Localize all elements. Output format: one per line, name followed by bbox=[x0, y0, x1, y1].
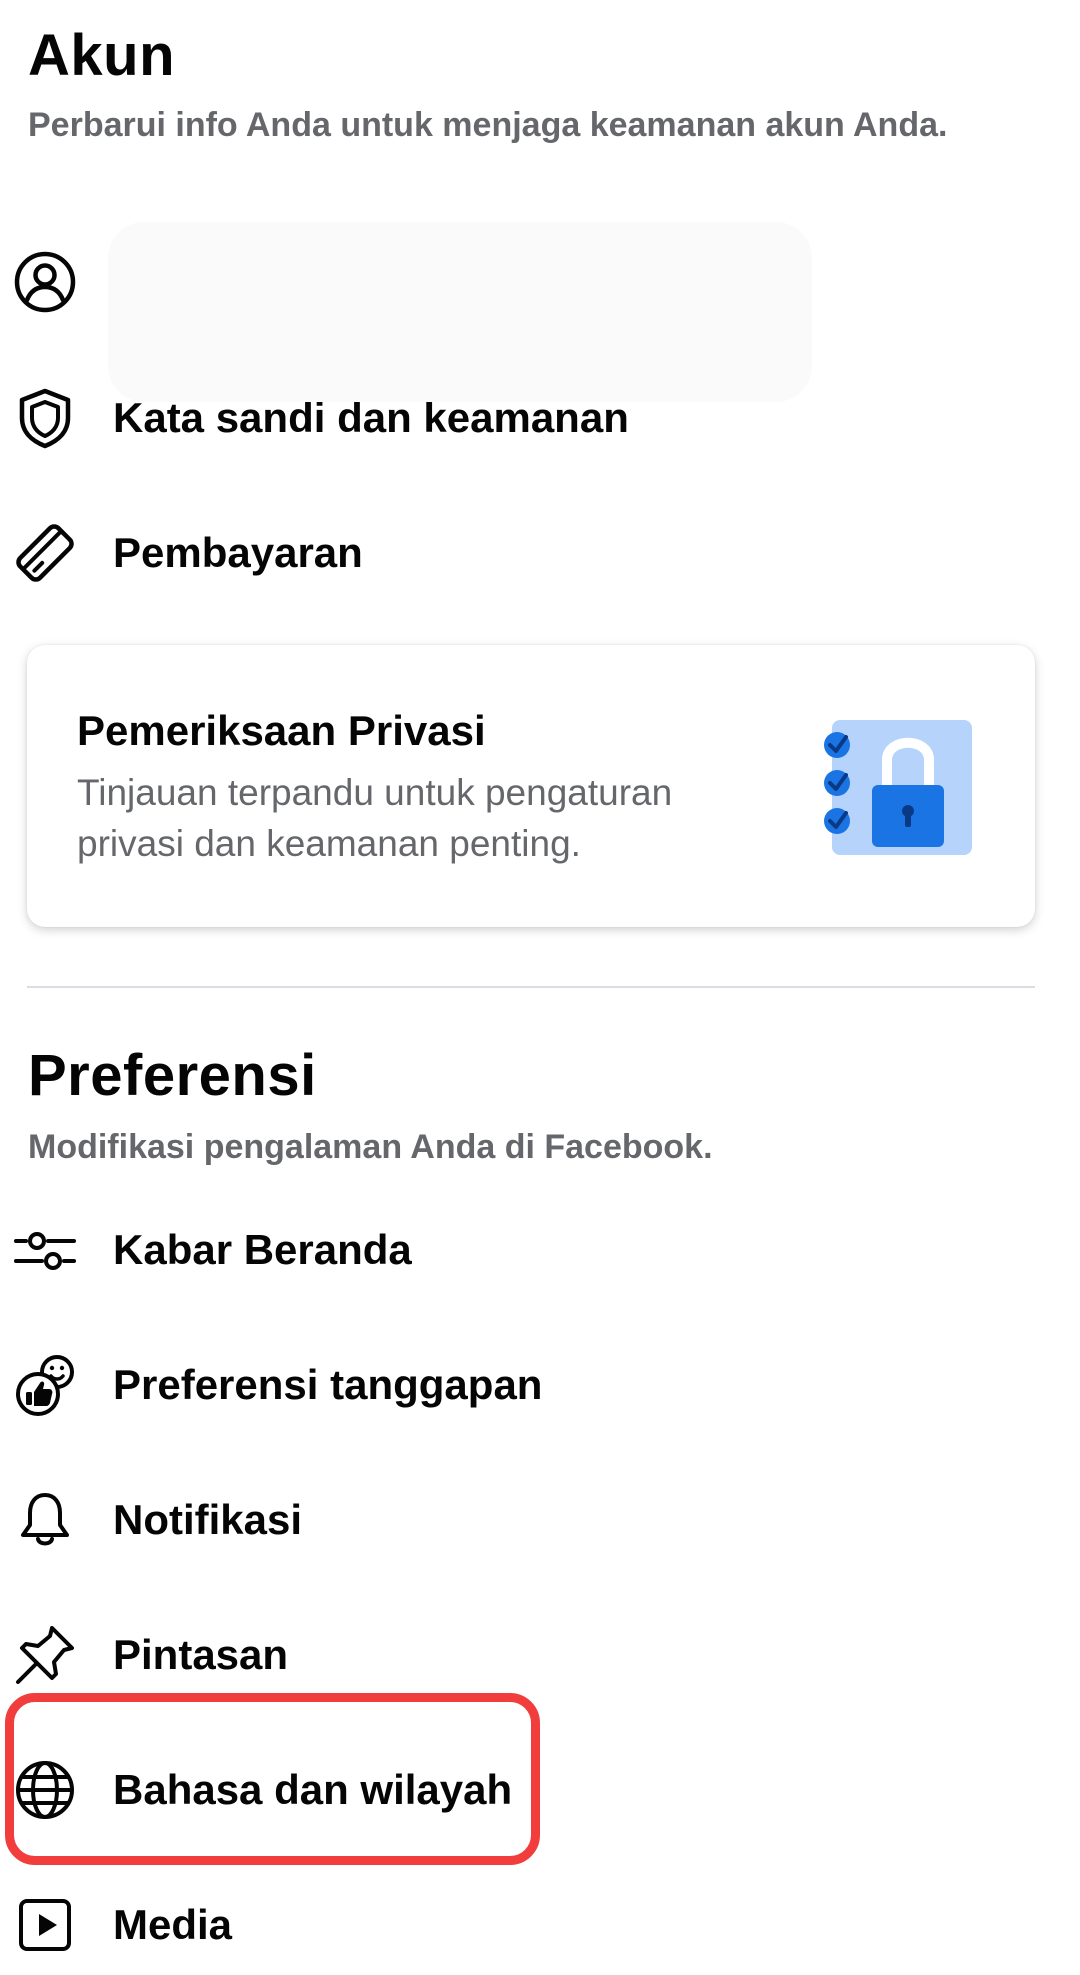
menu-item-reaction-preferences[interactable]: Preferensi tanggapan bbox=[0, 1335, 1080, 1435]
menu-item-notifications[interactable]: Notifikasi bbox=[0, 1470, 1080, 1570]
menu-item-payments[interactable]: Pembayaran bbox=[0, 503, 1080, 603]
privacy-check-title: Pemeriksaan Privasi bbox=[77, 707, 486, 754]
menu-item-news-feed[interactable]: Kabar Beranda bbox=[0, 1200, 1080, 1300]
menu-item-label: Kabar Beranda bbox=[113, 1226, 412, 1273]
highlight-box bbox=[5, 1693, 540, 1865]
bell-icon bbox=[12, 1487, 78, 1553]
account-section-subtitle: Perbarui info Anda untuk menjaga keamana… bbox=[28, 106, 948, 144]
pin-icon bbox=[12, 1622, 78, 1688]
menu-item-shortcuts[interactable]: Pintasan bbox=[0, 1605, 1080, 1705]
menu-item-label: Pembayaran bbox=[113, 529, 363, 576]
sliders-icon bbox=[12, 1217, 78, 1283]
preferences-section-title: Preferensi bbox=[28, 1043, 317, 1108]
preferences-section-subtitle: Modifikasi pengalaman Anda di Facebook. bbox=[28, 1128, 713, 1166]
account-section-title: Akun bbox=[28, 23, 175, 88]
menu-item-label: Pintasan bbox=[113, 1631, 289, 1678]
redacted-profile-name bbox=[108, 222, 812, 402]
media-icon bbox=[12, 1892, 78, 1958]
shield-icon bbox=[12, 385, 78, 451]
menu-item-label: Notifikasi bbox=[113, 1496, 303, 1543]
privacy-check-description: Tinjauan terpandu untuk pengaturan priva… bbox=[77, 772, 673, 864]
profile-circle-icon bbox=[12, 249, 78, 315]
card-icon bbox=[12, 520, 78, 586]
menu-item-media[interactable]: Media bbox=[0, 1875, 1080, 1975]
menu-item-label: Media bbox=[113, 1901, 233, 1948]
menu-item-label: Preferensi tanggapan bbox=[113, 1361, 543, 1408]
section-divider bbox=[27, 986, 1035, 988]
padlock-checklist-icon bbox=[817, 715, 977, 865]
reactions-icon bbox=[12, 1352, 78, 1418]
privacy-check-card[interactable]: Pemeriksaan Privasi Tinjauan terpandu un… bbox=[27, 645, 1035, 927]
